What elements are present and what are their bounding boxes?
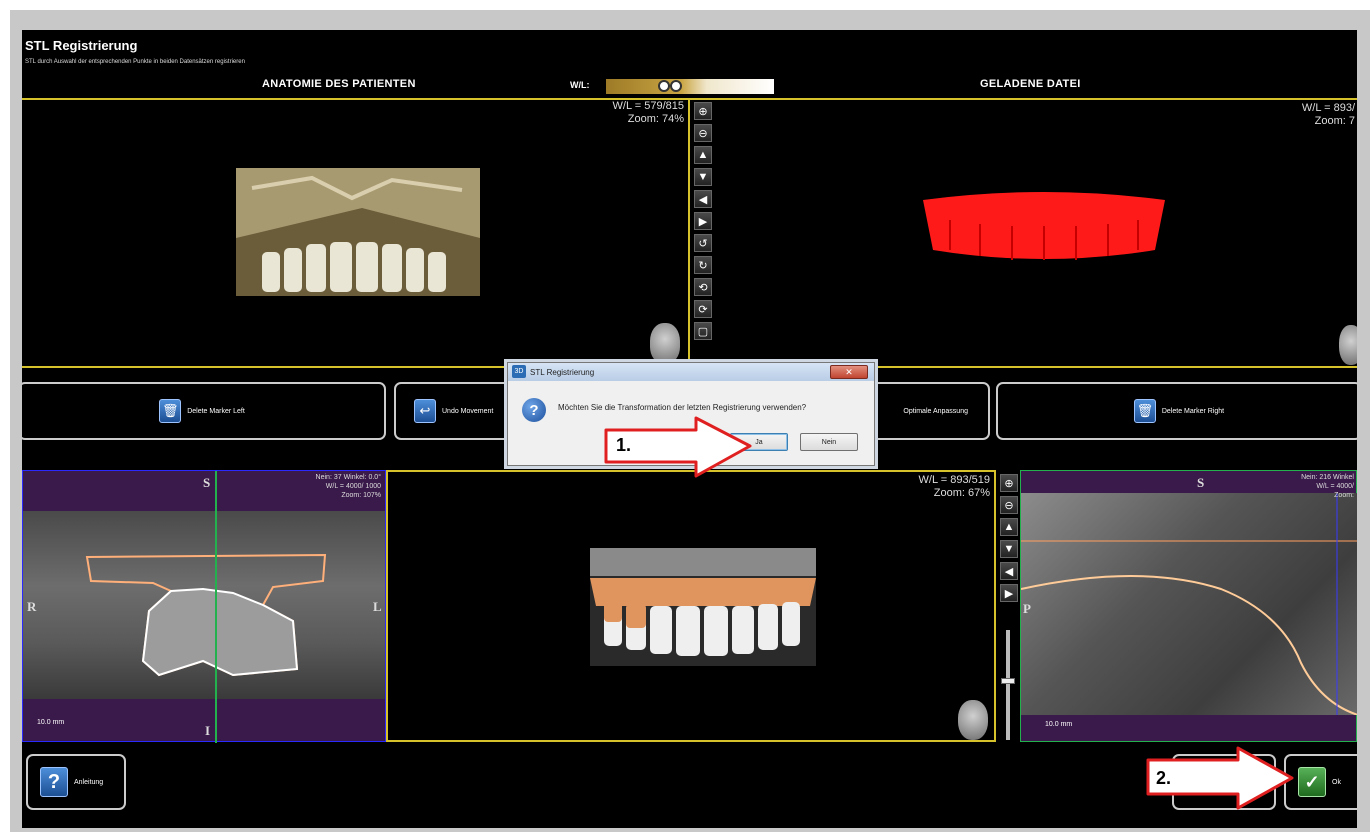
header-patient-anatomy: ANATOMIE DES PATIENTEN [262, 78, 416, 90]
bottom-right-info3: Zoom: [1334, 492, 1354, 499]
ok-label: Ok [1332, 778, 1341, 786]
arrow-left-icon[interactable]: ◀ [694, 190, 712, 208]
callout-step-1: 1. [616, 435, 632, 455]
top-view-toolbar: ⊕ ⊖ ▲ ▼ ◀ ▶ ↺ ↻ ⟲ ⟳ ▢ [694, 102, 712, 340]
optimal-fit-label: Optimale Anpassung [903, 407, 968, 415]
bottom-left-readout: Nein: 37 Winkel: 0.0° W/L = 4000/ 1000 Z… [316, 473, 381, 500]
help-button[interactable]: ? Anleitung [26, 754, 126, 810]
no-button[interactable]: Nein [800, 433, 858, 451]
orient-top-sag: S [1197, 475, 1205, 490]
arrow-down-icon-br[interactable]: ▼ [1000, 540, 1018, 558]
wl-label: W/L: [570, 80, 590, 90]
bottom-left-info2: W/L = 4000/ 1000 [325, 483, 381, 490]
check-icon: ✓ [1298, 767, 1326, 797]
app-subtitle: STL durch Auswahl der entsprechenden Pun… [25, 59, 245, 65]
head-orientation-icon-bottom[interactable] [958, 700, 988, 740]
bottom-right-readout: Nein: 216 Winkel W/L = 4000/ Zoom: [1301, 473, 1354, 500]
arrow-left-icon-br[interactable]: ◀ [1000, 562, 1018, 580]
top-right-stl-view[interactable]: W/L = 893/ Zoom: 7 [714, 100, 1357, 366]
delete-marker-left-label: Delete Marker Left [187, 407, 245, 415]
bottom-left-slice-view[interactable]: S R L I Nein: 37 Winkel: 0.0° W/L = 4000… [22, 470, 386, 743]
bottom-left-info3: Zoom: 107% [341, 492, 381, 499]
bottom-right-info1: Nein: 216 Winkel [1301, 474, 1354, 481]
undo-icon: ↩ [414, 399, 436, 423]
head-orientation-icon[interactable] [650, 323, 680, 363]
dialog-title: STL Registrierung [530, 367, 595, 377]
reset-view-icon[interactable]: ▢ [694, 322, 712, 340]
question-icon: ? [522, 398, 546, 422]
close-icon[interactable]: ✕ [830, 365, 868, 379]
top-right-wl: W/L = 893/ [1301, 102, 1355, 114]
arrow-right-icon-br[interactable]: ▶ [1000, 584, 1018, 602]
top-left-readout: W/L = 579/815 Zoom: 74% [613, 100, 684, 126]
app-icon: 3D [512, 365, 526, 378]
optimal-fit-button[interactable]: Optimale Anpassung [862, 382, 990, 440]
dialog-message: Möchten Sie die Transformation der letzt… [558, 403, 807, 412]
delete-marker-right-button[interactable]: 🗑 Delete Marker Right [996, 382, 1357, 440]
callout-step-2: 2. [1156, 768, 1172, 788]
undo-movement-button[interactable]: ↩ Undo Movement [394, 382, 514, 440]
dialog-titlebar: 3D STL Registrierung ✕ [508, 363, 874, 381]
stl-teeth-model-render [923, 192, 1165, 260]
scale-bar-left: 10.0 mm [37, 719, 65, 726]
help-label: Anleitung [74, 778, 104, 786]
stl-registration-window: STL Registrierung STL durch Auswahl der … [22, 30, 1357, 828]
registered-teeth-render [590, 548, 816, 666]
bottom-center-zoom: Zoom: 67% [933, 487, 990, 499]
header-loaded-file: GELADENE DATEI [980, 78, 1081, 90]
bottom-right-slice-view[interactable]: S P Nein: 216 Winkel W/L = 4000/ Zoom: 1… [1020, 470, 1357, 742]
bottom-right-info2: W/L = 4000/ [1316, 483, 1354, 490]
arrow-right-icon[interactable]: ▶ [694, 212, 712, 230]
orient-right: L [373, 599, 382, 614]
head-orientation-icon-right[interactable] [1339, 325, 1357, 365]
scale-bar-right: 10.0 mm [1045, 721, 1073, 728]
orient-left-sag: P [1023, 601, 1031, 616]
trash-icon: 🗑 [159, 399, 182, 423]
zoom-out-icon[interactable]: ⊖ [694, 124, 712, 142]
bottom-left-info1: Nein: 37 Winkel: 0.0° [315, 474, 381, 481]
top-right-readout: W/L = 893/ Zoom: 7 [1302, 102, 1355, 128]
top-divider [688, 100, 690, 368]
bottom-right-toolbar: ⊕ ⊖ ▲ ▼ ◀ ▶ [1000, 474, 1018, 602]
undo-movement-label: Undo Movement [442, 407, 494, 415]
arrow-down-icon[interactable]: ▼ [694, 168, 712, 186]
delete-marker-right-label: Delete Marker Right [1161, 407, 1225, 415]
orient-left: R [27, 599, 37, 614]
flip-horizontal-icon[interactable]: ⟲ [694, 278, 712, 296]
top-left-zoom: Zoom: 74% [627, 113, 684, 125]
rotate-cw-icon[interactable]: ↻ [694, 256, 712, 274]
rotate-ccw-icon[interactable]: ↺ [694, 234, 712, 252]
orient-bottom: I [205, 723, 211, 738]
top-left-3d-view[interactable]: W/L = 579/815 Zoom: 74% [22, 98, 688, 368]
coronal-contour-overlay [85, 553, 327, 677]
trash-icon-right: 🗑 [1133, 399, 1156, 423]
slice-slider-thumb[interactable] [1001, 678, 1015, 684]
arrow-up-icon[interactable]: ▲ [694, 146, 712, 164]
green-marker-line[interactable] [215, 471, 217, 743]
bottom-center-readout: W/L = 893/519 Zoom: 67% [919, 474, 990, 500]
wl-knob-level[interactable] [670, 80, 682, 92]
zoom-in-icon[interactable]: ⊕ [694, 102, 712, 120]
delete-marker-left-button[interactable]: 🗑 Delete Marker Left [22, 382, 386, 440]
zoom-out-icon-br[interactable]: ⊖ [1000, 496, 1018, 514]
flip-vertical-icon[interactable]: ⟳ [694, 300, 712, 318]
zoom-in-icon-br[interactable]: ⊕ [1000, 474, 1018, 492]
wl-knob-window[interactable] [658, 80, 670, 92]
wl-slider[interactable] [606, 79, 774, 94]
app-title: STL Registrierung [25, 38, 138, 53]
slice-slider-track[interactable] [1006, 630, 1010, 740]
orient-top: S [203, 475, 211, 490]
arrow-up-icon-br[interactable]: ▲ [1000, 518, 1018, 536]
help-icon: ? [40, 767, 68, 797]
bottom-center-3d-view[interactable]: W/L = 893/519 Zoom: 67% [386, 470, 996, 742]
sagittal-contour-overlay [1021, 493, 1357, 715]
patient-skull-3d-render [236, 168, 480, 296]
bottom-center-wl: W/L = 893/519 [918, 474, 990, 486]
top-right-zoom: Zoom: 7 [1314, 115, 1355, 127]
top-left-wl: W/L = 579/815 [612, 100, 684, 112]
